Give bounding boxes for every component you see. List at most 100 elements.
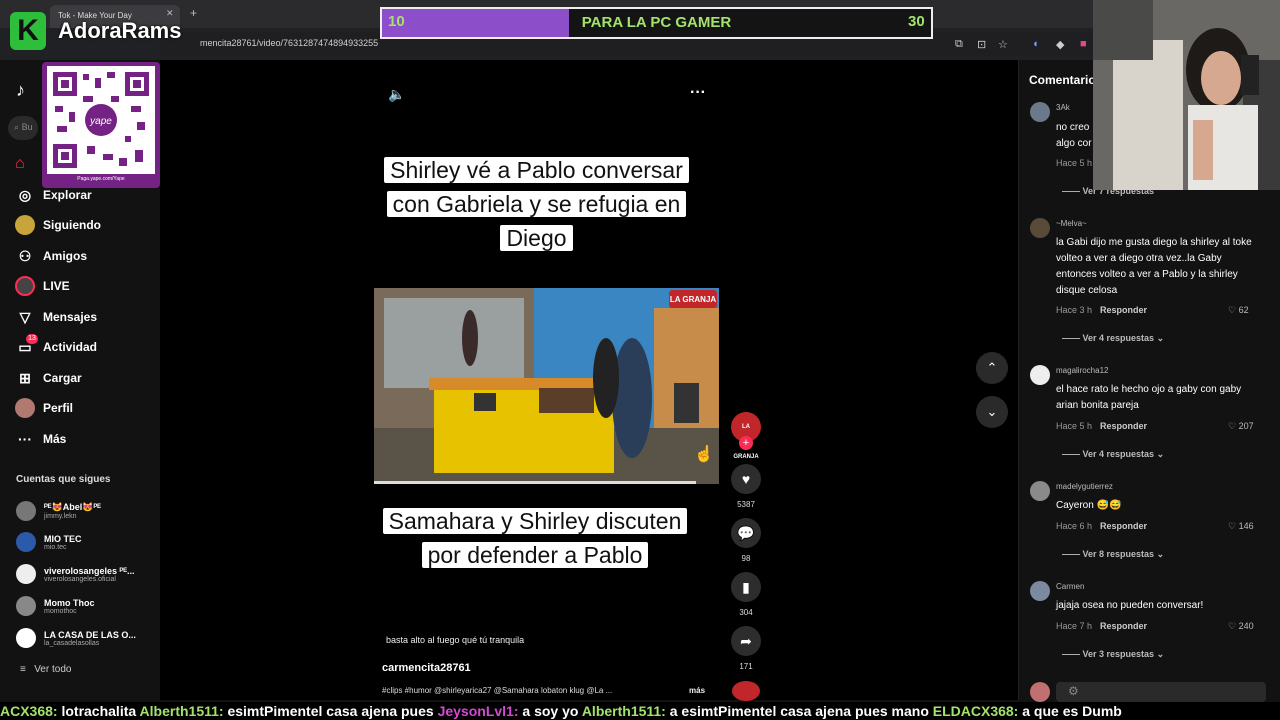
- comment-like[interactable]: ♡ 62: [1228, 305, 1249, 316]
- avatar[interactable]: [1030, 581, 1050, 601]
- sidebar-item-perfil[interactable]: Perfil: [15, 396, 73, 420]
- ticker-message: a que es Dumb: [1022, 703, 1122, 719]
- account-item[interactable]: ᴾᴱ😻Abel😻ᴾᴱ jimmy.lekn: [16, 498, 101, 524]
- like-count: 62: [1238, 305, 1249, 315]
- account-name: ᴾᴱ😻Abel😻ᴾᴱ: [44, 502, 101, 512]
- comments-title: Comentarios: [1029, 73, 1103, 87]
- reply-button[interactable]: Responder: [1100, 421, 1147, 431]
- sidebar-item-live[interactable]: LIVE: [15, 274, 70, 298]
- avatar[interactable]: [1030, 218, 1050, 238]
- view-replies-label: Ver 4 respuestas: [1082, 449, 1155, 459]
- tiktok-logo-icon[interactable]: ♪: [16, 80, 25, 101]
- comment-user[interactable]: madelygutierrez: [1056, 482, 1113, 491]
- previous-video-button[interactable]: ⌃: [976, 352, 1008, 384]
- heart-icon: ♡: [1228, 305, 1237, 315]
- gear-icon[interactable]: ⚙: [1068, 684, 1079, 698]
- comment-user[interactable]: 3Ak: [1056, 103, 1070, 112]
- url-text[interactable]: mencita28761/video/7631287474894933255: [200, 38, 378, 48]
- like-button[interactable]: ♥: [731, 464, 761, 494]
- ticker-message: a soy yo: [522, 703, 582, 719]
- comment-meta: Hace 7 h Responder: [1056, 621, 1147, 631]
- more-link[interactable]: más: [689, 686, 705, 695]
- avatar: [16, 628, 36, 648]
- sidebar-item-siguiendo[interactable]: Siguiendo: [15, 213, 101, 237]
- comment-meta: Hace 6 h Responder: [1056, 521, 1147, 531]
- options-icon[interactable]: ···: [690, 84, 706, 102]
- chat-ticker: ACX368: lotrachalita Alberth1511: esimtP…: [0, 702, 1280, 720]
- ticker-message: a esimtPimentel casa ajena pues mano: [669, 703, 933, 719]
- profile-extension-icon[interactable]: ■: [1080, 38, 1087, 50]
- share-count: 171: [739, 662, 753, 671]
- like-count: 240: [1238, 621, 1254, 631]
- qr-caption: Paga.yape.com/Yape: [77, 176, 125, 182]
- view-replies[interactable]: —— Ver 8 respuestas ⌄: [1062, 549, 1164, 560]
- account-username: momothoc: [44, 607, 77, 615]
- comment-time: Hace 5 h: [1056, 421, 1093, 431]
- account-item[interactable]: LA CASA DE LAS O... la_casadelasollas: [16, 625, 136, 651]
- volume-icon[interactable]: 🔈: [388, 86, 405, 103]
- next-video-button[interactable]: ⌄: [976, 396, 1008, 428]
- comment-meta: Hace 5 h Responder: [1056, 421, 1147, 431]
- search-input[interactable]: ⌕ Bu: [8, 116, 38, 140]
- new-tab-icon[interactable]: +: [190, 6, 197, 20]
- view-replies-label: Ver 3 respuestas: [1082, 649, 1155, 659]
- sound-text: basta alto al fuego qué tú tranquila: [386, 635, 525, 645]
- account-username: viverolosangeles.oficial: [44, 575, 116, 583]
- save-button[interactable]: ▮: [731, 572, 761, 602]
- account-item[interactable]: MIO TEC mio.tec: [16, 529, 82, 555]
- video-caption-top: Shirley vé a Pablo conversar con Gabriel…: [374, 153, 699, 255]
- puzzle-icon[interactable]: ◆: [1056, 38, 1064, 51]
- view-replies[interactable]: —— Ver 4 respuestas ⌄: [1062, 333, 1164, 344]
- comment-time: Hace 6 h: [1056, 521, 1093, 531]
- translate-icon[interactable]: ⧉: [955, 38, 963, 51]
- reply-button[interactable]: Responder: [1100, 621, 1147, 631]
- view-replies-label: Ver 4 respuestas: [1082, 333, 1155, 343]
- avatar[interactable]: [1030, 102, 1050, 122]
- comment-user[interactable]: ~Melva~: [1056, 219, 1087, 228]
- account-item[interactable]: viverolosangeles ᴾᴱ... viverolosangeles.o…: [16, 561, 135, 587]
- extension-icon[interactable]: ◖: [1032, 38, 1039, 50]
- see-all-link[interactable]: ≡ Ver todo: [20, 664, 71, 675]
- view-replies[interactable]: —— Ver 4 respuestas ⌄: [1062, 449, 1164, 460]
- account-item[interactable]: Momo Thoc momothoc: [16, 593, 95, 619]
- comment-like[interactable]: ♡ 240: [1228, 621, 1254, 632]
- video-author[interactable]: carmencita28761: [382, 662, 471, 674]
- comment-user[interactable]: Carmen: [1056, 582, 1084, 591]
- heart-icon: ♥: [741, 471, 751, 487]
- comment-time: Hace 3 h: [1056, 305, 1093, 315]
- follow-plus-icon[interactable]: +: [739, 436, 753, 450]
- account-username: jimmy.lekn: [44, 513, 77, 520]
- account-name: Momo Thoc: [44, 597, 95, 608]
- sidebar-item-mensajes[interactable]: ▽ Mensajes: [15, 305, 97, 329]
- reply-button[interactable]: Responder: [1100, 521, 1147, 531]
- my-avatar: [1030, 682, 1050, 702]
- profile-icon: [15, 398, 35, 418]
- like-count: 146: [1238, 521, 1254, 531]
- view-replies[interactable]: —— Ver 3 respuestas ⌄: [1062, 649, 1164, 660]
- avatar[interactable]: [1030, 365, 1050, 385]
- account-name: LA CASA DE LAS O...: [44, 629, 136, 640]
- sidebar-item-amigos[interactable]: ⚇ Amigos: [15, 244, 87, 268]
- comment-like[interactable]: ♡ 146: [1228, 521, 1254, 532]
- account-username: la_casadelasollas: [44, 639, 100, 647]
- comment-like[interactable]: ♡ 207: [1228, 421, 1254, 432]
- reply-button[interactable]: Responder: [1100, 305, 1147, 315]
- comment-button[interactable]: 💬: [731, 518, 761, 548]
- goal-label: PARA LA PC GAMER: [581, 14, 732, 31]
- sidebar-item-mas[interactable]: ··· Más: [15, 427, 66, 451]
- avatar[interactable]: [1030, 481, 1050, 501]
- music-disc-icon[interactable]: [732, 681, 760, 701]
- list-icon: ≡: [20, 664, 26, 675]
- share-button[interactable]: ➦: [731, 626, 761, 656]
- video-clip[interactable]: LA GRANJA: [374, 288, 719, 484]
- comment-input[interactable]: [1056, 682, 1266, 702]
- sidebar-item-cargar[interactable]: ⊞ Cargar: [15, 366, 82, 390]
- compass-icon: ◎: [18, 187, 32, 203]
- messages-icon: ▽: [19, 309, 31, 325]
- star-icon[interactable]: ☆: [998, 38, 1008, 51]
- qr-code: yape: [47, 66, 155, 174]
- install-icon[interactable]: ⊡: [977, 38, 986, 51]
- comment-user[interactable]: magalirocha12: [1056, 366, 1108, 375]
- chevron-down-icon: ⌄: [986, 404, 998, 419]
- home-icon[interactable]: ⌂: [15, 155, 25, 173]
